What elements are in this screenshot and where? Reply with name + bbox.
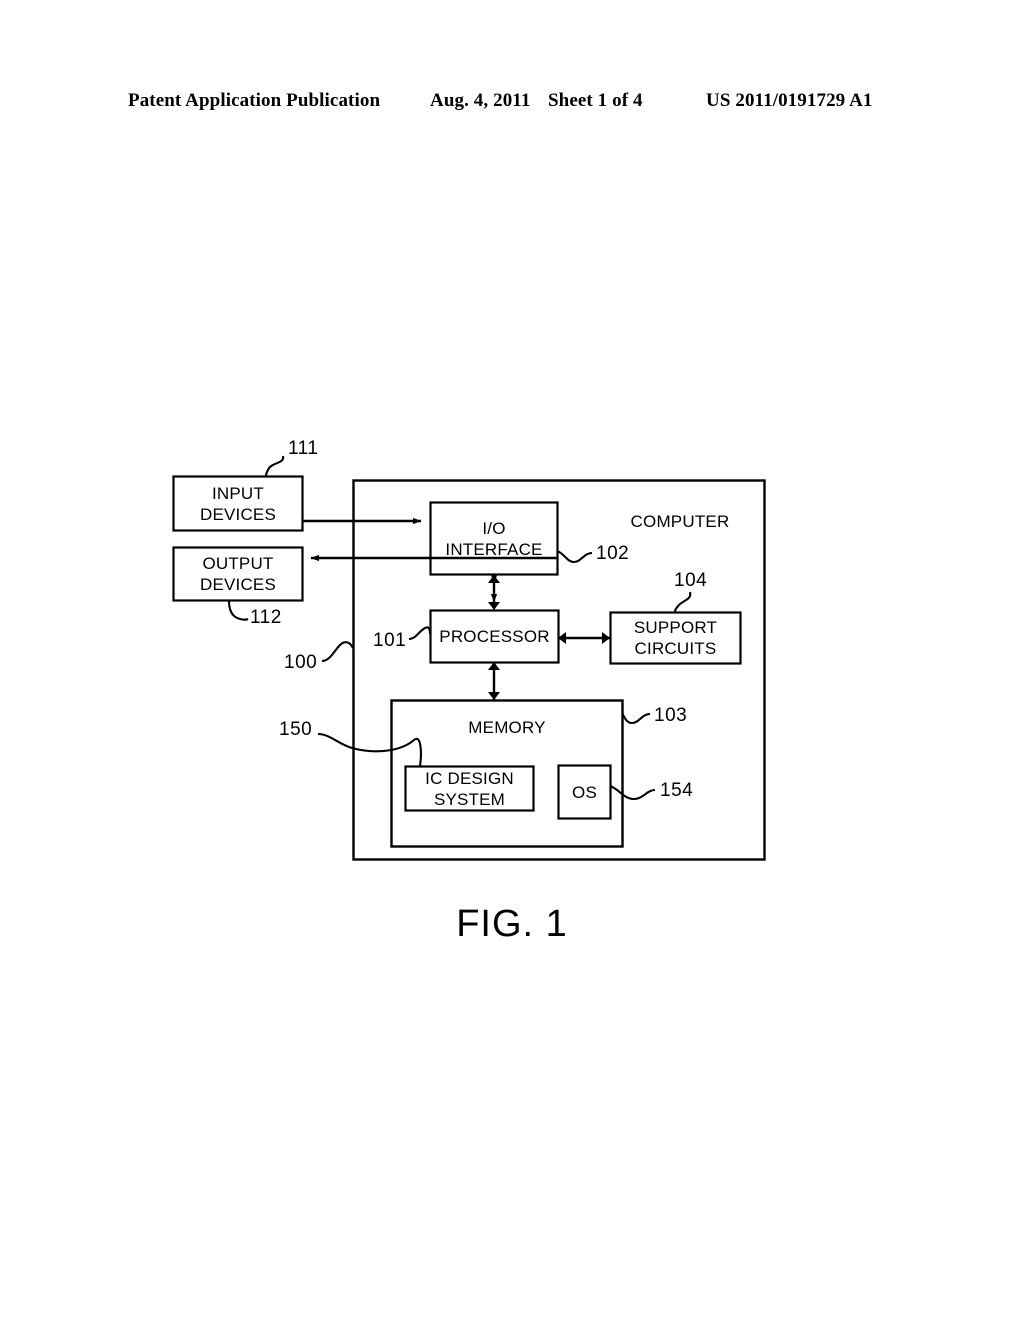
ic-design-system-label: IC DESIGN SYSTEM — [425, 768, 514, 809]
figure-caption: FIG. 1 — [456, 903, 568, 945]
ref-numeral-100: 100 — [284, 652, 318, 673]
figure-1-diagram: INPUT DEVICES OUTPUT DEVICES I/O INTERFA… — [0, 0, 1024, 1320]
processor-label: PROCESSOR — [439, 627, 550, 646]
leader-111 — [264, 455, 285, 478]
leader-104 — [673, 591, 692, 614]
ref-numeral-154: 154 — [660, 780, 694, 801]
support-circuits-label: SUPPORT CIRCUITS — [633, 618, 718, 658]
memory-label: MEMORY — [468, 717, 546, 737]
ref-numeral-112: 112 — [250, 607, 282, 628]
ref-numeral-150: 150 — [279, 719, 313, 740]
leader-103 — [621, 712, 651, 725]
ref-numeral-103: 103 — [654, 705, 688, 726]
leader-101 — [408, 626, 432, 641]
io-interface-label: I/O INTERFACE — [445, 518, 543, 559]
computer-label: COMPUTER — [630, 511, 730, 531]
ref-numeral-104: 104 — [674, 570, 708, 591]
os-label: OS — [572, 782, 597, 802]
ref-numeral-111: 111 — [288, 438, 319, 459]
leader-100 — [321, 641, 354, 663]
ref-numeral-101: 101 — [373, 630, 407, 651]
output-devices-label: OUTPUT DEVICES — [199, 554, 277, 594]
input-devices-label: INPUT DEVICES — [199, 483, 277, 524]
leader-102 — [556, 549, 593, 564]
leader-112 — [227, 600, 249, 621]
ref-numeral-102: 102 — [596, 543, 630, 564]
leader-154 — [609, 785, 656, 801]
